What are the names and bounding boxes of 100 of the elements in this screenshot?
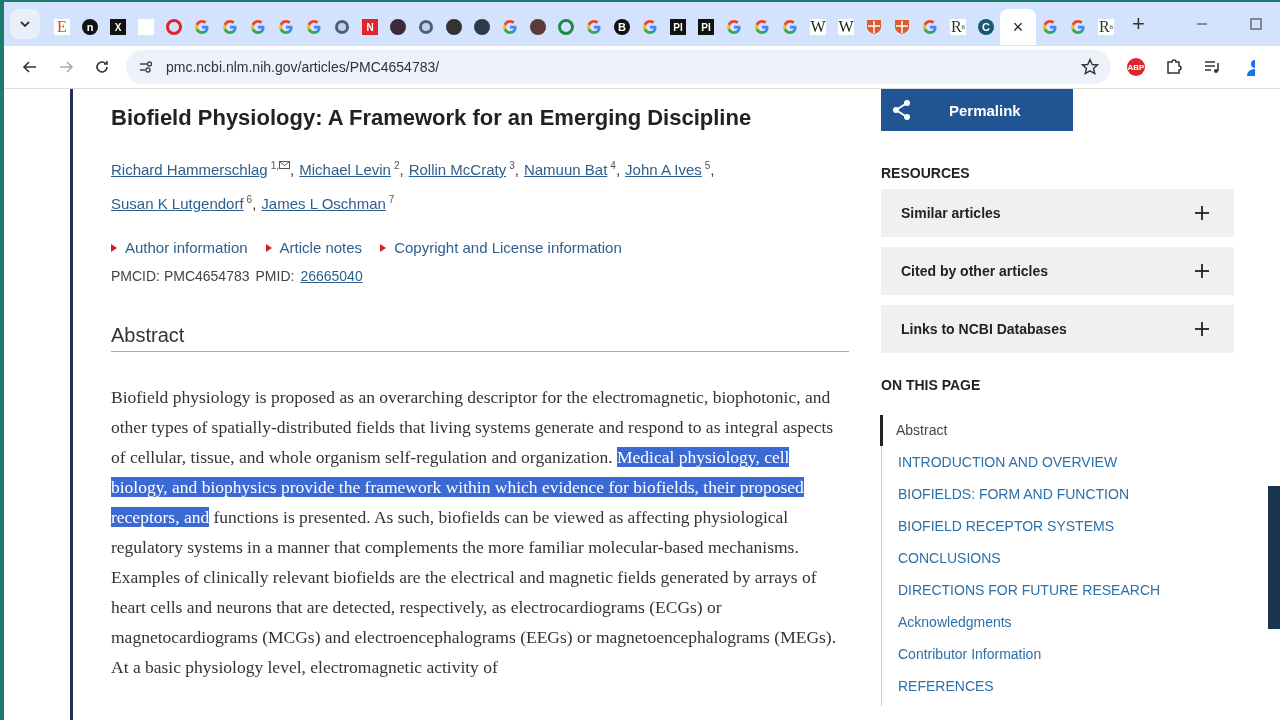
google-icon xyxy=(586,19,602,35)
forward-arrow-icon[interactable] xyxy=(58,59,74,75)
site-icon: X xyxy=(110,19,126,35)
google-icon xyxy=(1070,19,1086,35)
resources-heading: RESOURCES xyxy=(881,165,971,181)
browser-tab[interactable]: R$^{6}$ xyxy=(1092,9,1120,45)
site-icon: PI xyxy=(698,19,714,35)
pmid-link[interactable]: 26665040 xyxy=(300,268,363,284)
affiliation-number: 1, xyxy=(270,160,280,171)
toc-heading: ON THIS PAGE xyxy=(881,377,982,393)
url-text: pmc.ncbi.nlm.nih.gov/articles/PMC4654783/ xyxy=(166,59,441,75)
browser-tab[interactable]: N xyxy=(356,9,384,45)
expand-info-link[interactable]: Author information xyxy=(111,239,248,256)
author-link[interactable]: John A Ives xyxy=(625,161,702,178)
site-icon: W xyxy=(838,19,854,35)
toc-link[interactable]: Abstract xyxy=(880,415,1234,446)
site-icon: N xyxy=(362,19,378,35)
puzzle-piece-icon[interactable] xyxy=(1165,58,1183,76)
google-icon xyxy=(502,19,518,35)
author-link[interactable]: Michael Levin xyxy=(299,161,391,178)
google-icon xyxy=(250,19,266,35)
permalink-button[interactable]: Permalink xyxy=(881,89,1073,131)
pmid-label: PMID: xyxy=(255,268,295,284)
browser-tab[interactable]: W xyxy=(804,9,832,45)
close-tab-button[interactable]: × xyxy=(1012,16,1024,38)
toc-link[interactable]: BIOFIELD RECEPTOR SYSTEMS xyxy=(882,517,1234,536)
pmcid-text: PMCID: PMC4654783 xyxy=(111,268,250,284)
affiliation-number: 2 xyxy=(393,160,400,171)
new-tab-button[interactable]: + xyxy=(1126,11,1151,37)
toc-link[interactable]: BIOFIELDS: FORM AND FUNCTION xyxy=(882,485,1234,504)
comma-separator: , xyxy=(252,195,257,212)
chevron-down-icon xyxy=(19,20,31,28)
google-icon xyxy=(642,19,658,35)
affiliation-number: 6 xyxy=(246,194,253,205)
adblock-extension-icon[interactable]: ABP xyxy=(1127,58,1145,76)
browser-tab[interactable]: C xyxy=(972,9,1000,45)
browser-tab[interactable]: E xyxy=(48,9,76,45)
site-icon: C xyxy=(978,19,994,35)
author-link[interactable]: Susan K Lutgendorf xyxy=(111,195,244,212)
affiliation-number: 5 xyxy=(704,160,711,171)
toc-link[interactable]: Acknowledgments xyxy=(882,613,1234,632)
blank-page-icon xyxy=(138,19,154,35)
toc-link[interactable]: DIRECTIONS FOR FUTURE RESEARCH xyxy=(882,581,1234,600)
toc-link[interactable]: REFERENCES xyxy=(882,677,1234,696)
google-icon xyxy=(922,19,938,35)
browser-tab[interactable]: R$^{6}$ xyxy=(944,9,972,45)
toc-link[interactable]: Contributor Information xyxy=(882,645,1234,664)
reload-icon[interactable] xyxy=(94,59,110,75)
comma-separator: , xyxy=(290,161,295,178)
author-link[interactable]: James L Oschman xyxy=(261,195,386,212)
site-icon: PI xyxy=(670,19,686,35)
google-icon xyxy=(278,19,294,35)
browser-tab[interactable]: B xyxy=(608,9,636,45)
star-icon[interactable] xyxy=(1081,58,1099,76)
tab-search-button[interactable] xyxy=(10,9,40,39)
toc-link[interactable]: CONCLUSIONS xyxy=(882,549,1234,568)
google-icon xyxy=(194,19,210,35)
address-bar[interactable]: pmc.ncbi.nlm.nih.gov/articles/PMC4654783/ xyxy=(126,50,1111,84)
comma-separator: , xyxy=(514,161,519,178)
triangle-icon xyxy=(111,243,117,252)
browser-tab[interactable]: X xyxy=(104,9,132,45)
toc-link[interactable]: INTRODUCTION AND OVERVIEW xyxy=(882,453,1234,472)
triangle-icon xyxy=(265,243,272,252)
comma-separator: , xyxy=(615,161,621,178)
browser-tab[interactable]: PI xyxy=(692,9,720,45)
mail-icon[interactable] xyxy=(279,161,291,169)
back-arrow-icon[interactable] xyxy=(22,59,38,75)
affiliation-number: 4 xyxy=(610,160,616,171)
site-icon: R$^{6}$ xyxy=(950,19,966,35)
expand-info-link[interactable]: Copyright and License information xyxy=(380,239,622,256)
browser-tab[interactable]: PI xyxy=(664,9,692,45)
google-icon xyxy=(782,19,798,35)
author-link[interactable]: Namuun Bat xyxy=(523,161,608,178)
comma-separator: , xyxy=(710,161,715,178)
article-title: Biofield Physiology: A Framework for an Emerging Discipline xyxy=(111,105,753,131)
expand-info-link[interactable]: Article notes xyxy=(265,239,363,256)
site-settings-icon[interactable] xyxy=(138,59,154,75)
triangle-icon xyxy=(380,243,387,252)
affiliation-number: 7 xyxy=(388,194,395,205)
site-icon: E xyxy=(54,19,70,35)
abstract-text: Biofield physiology is proposed as an overarching descriptor for the electromagnetic, biophotonic, and other types of spatially-distributed fields that living systems generate and respond to as integral aspects of cellular, tissue, and whole organism self-regulation and organization. Medical physiology, cell biology, and biophysics provide the framework within which evidence for biofields, their proposed receptors, and functions is presented. As such, biofields can be viewed as affecting physiological regulatory systems in a manner that complements the more familiar molecular-based mechanisms. Examples of clinically relevant biofields are the electrical and magnetic fields generated by arrays of heart cells and neurons that are detected, respectively, as electrocardiograms (ECGs) or magnetocardiograms (MCGs) and electroencephalograms (EEGs) or magnetoencephalograms (MEGs). At a basic physiology level, electromagnetic activity of xyxy=(111,386,838,679)
profile-avatar-icon[interactable] xyxy=(1245,58,1255,76)
accordion-item[interactable]: Similar articles xyxy=(881,189,1234,237)
comma-separator: , xyxy=(399,161,404,178)
accordion-item[interactable]: Links to NCBI Databases xyxy=(881,305,1234,353)
media-queue-icon[interactable] xyxy=(1203,58,1221,76)
google-icon xyxy=(754,19,770,35)
site-icon: W xyxy=(810,19,826,35)
author-link[interactable]: Rollin McCraty xyxy=(408,161,507,178)
maximize-icon[interactable] xyxy=(1250,18,1262,30)
site-icon: n xyxy=(82,19,98,35)
section-heading: Abstract xyxy=(111,324,849,352)
accordion-item[interactable]: Cited by other articles xyxy=(881,247,1234,295)
site-icon: B xyxy=(614,19,630,35)
author-link[interactable]: Richard Hammerschlag xyxy=(111,161,268,178)
browser-tab[interactable]: n xyxy=(76,9,104,45)
affiliation-number: 3 xyxy=(509,160,515,171)
browser-tab[interactable]: W xyxy=(832,9,860,45)
active-tab[interactable]: × xyxy=(1000,9,1036,45)
share-icon xyxy=(891,99,913,121)
